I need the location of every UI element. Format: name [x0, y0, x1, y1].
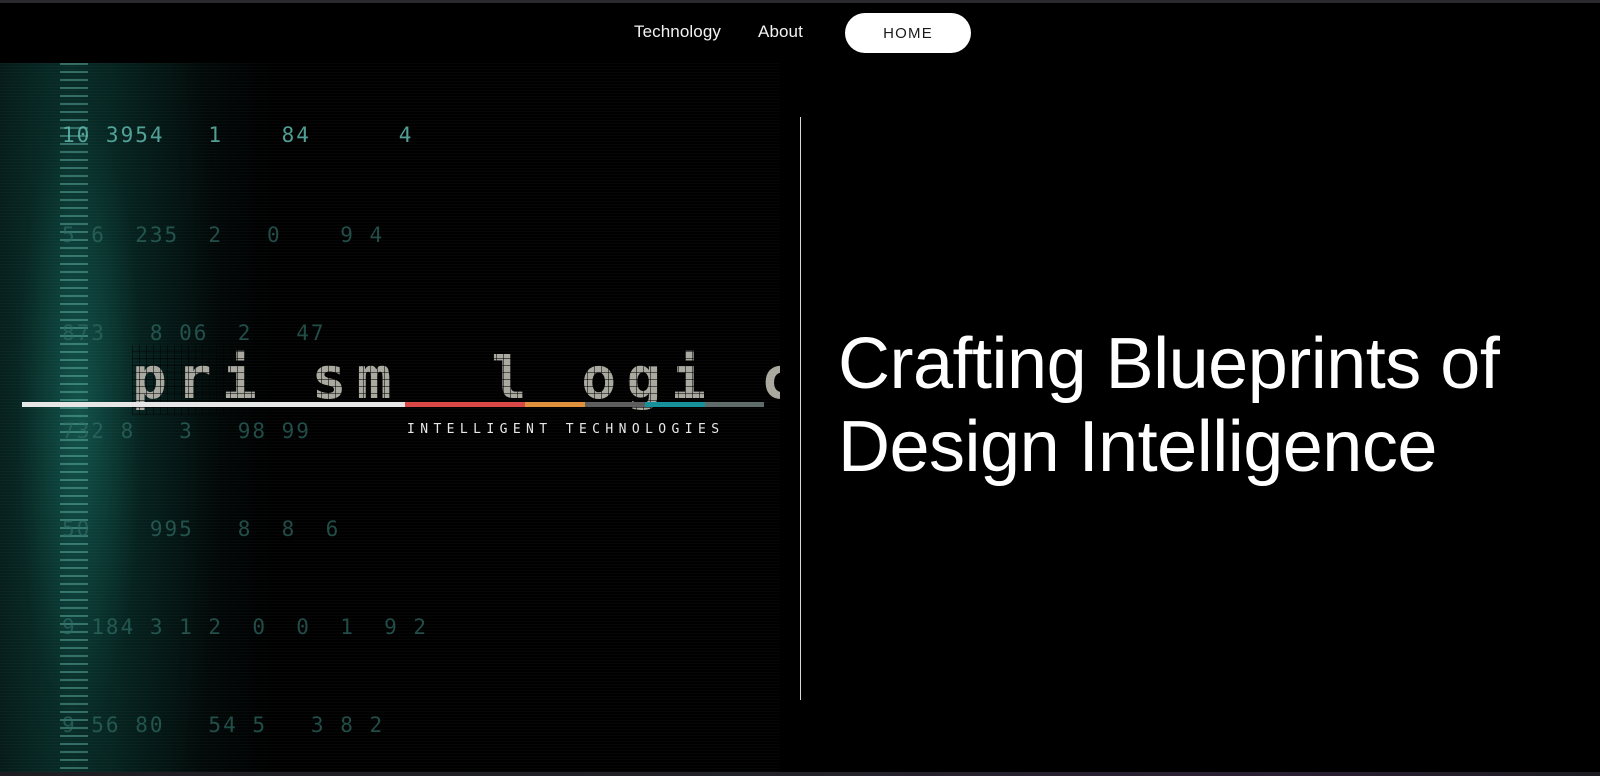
vertical-divider — [800, 117, 801, 700]
digit-row: 10 3954 1 84 4 — [62, 123, 414, 147]
hero-headline-line-1: Crafting Blueprints of — [838, 324, 1500, 404]
top-nav: Technology About HOME — [0, 10, 1600, 54]
logo-bar-segment — [22, 402, 405, 407]
bottom-edge-strip — [0, 772, 1600, 776]
hero-headline-line-2: Design Intelligence — [838, 407, 1437, 487]
nav-link-about[interactable]: About — [758, 22, 803, 42]
digit-row: 5 6 235 2 0 9 4 — [62, 223, 385, 247]
digit-row: 873 8 06 2 47 — [62, 321, 326, 345]
logo-wordmark: pri sm l ogi c — [132, 344, 780, 412]
digit-row: 9 56 80 54 5 3 8 2 — [62, 713, 385, 737]
digit-row: 50 995 8 8 6 — [62, 517, 341, 541]
logo-bar-segment — [705, 402, 764, 407]
digit-row: 9 184 3 1 2 0 0 1 9 2 — [62, 615, 429, 639]
hero-headline: Crafting Blueprints of Design Intelligen… — [838, 323, 1578, 489]
hero-logo-image: 10 3954 1 84 4 5 6 235 2 0 9 4 873 8 06 … — [0, 63, 780, 775]
logo-bar-segment — [405, 402, 525, 407]
page: Technology About HOME 10 3954 1 84 4 5 6… — [0, 0, 1600, 776]
logo-color-bar — [22, 402, 764, 407]
logo-bar-segment — [525, 402, 585, 407]
logo-bar-segment — [585, 402, 645, 407]
nav-link-technology[interactable]: Technology — [634, 22, 721, 42]
logo-tagline: INTELLIGENT TECHNOLOGIES — [407, 422, 725, 437]
digit-row: 732 8 3 98 99 — [62, 419, 311, 443]
home-button[interactable]: HOME — [845, 13, 971, 53]
logo-bar-segment — [645, 402, 705, 407]
